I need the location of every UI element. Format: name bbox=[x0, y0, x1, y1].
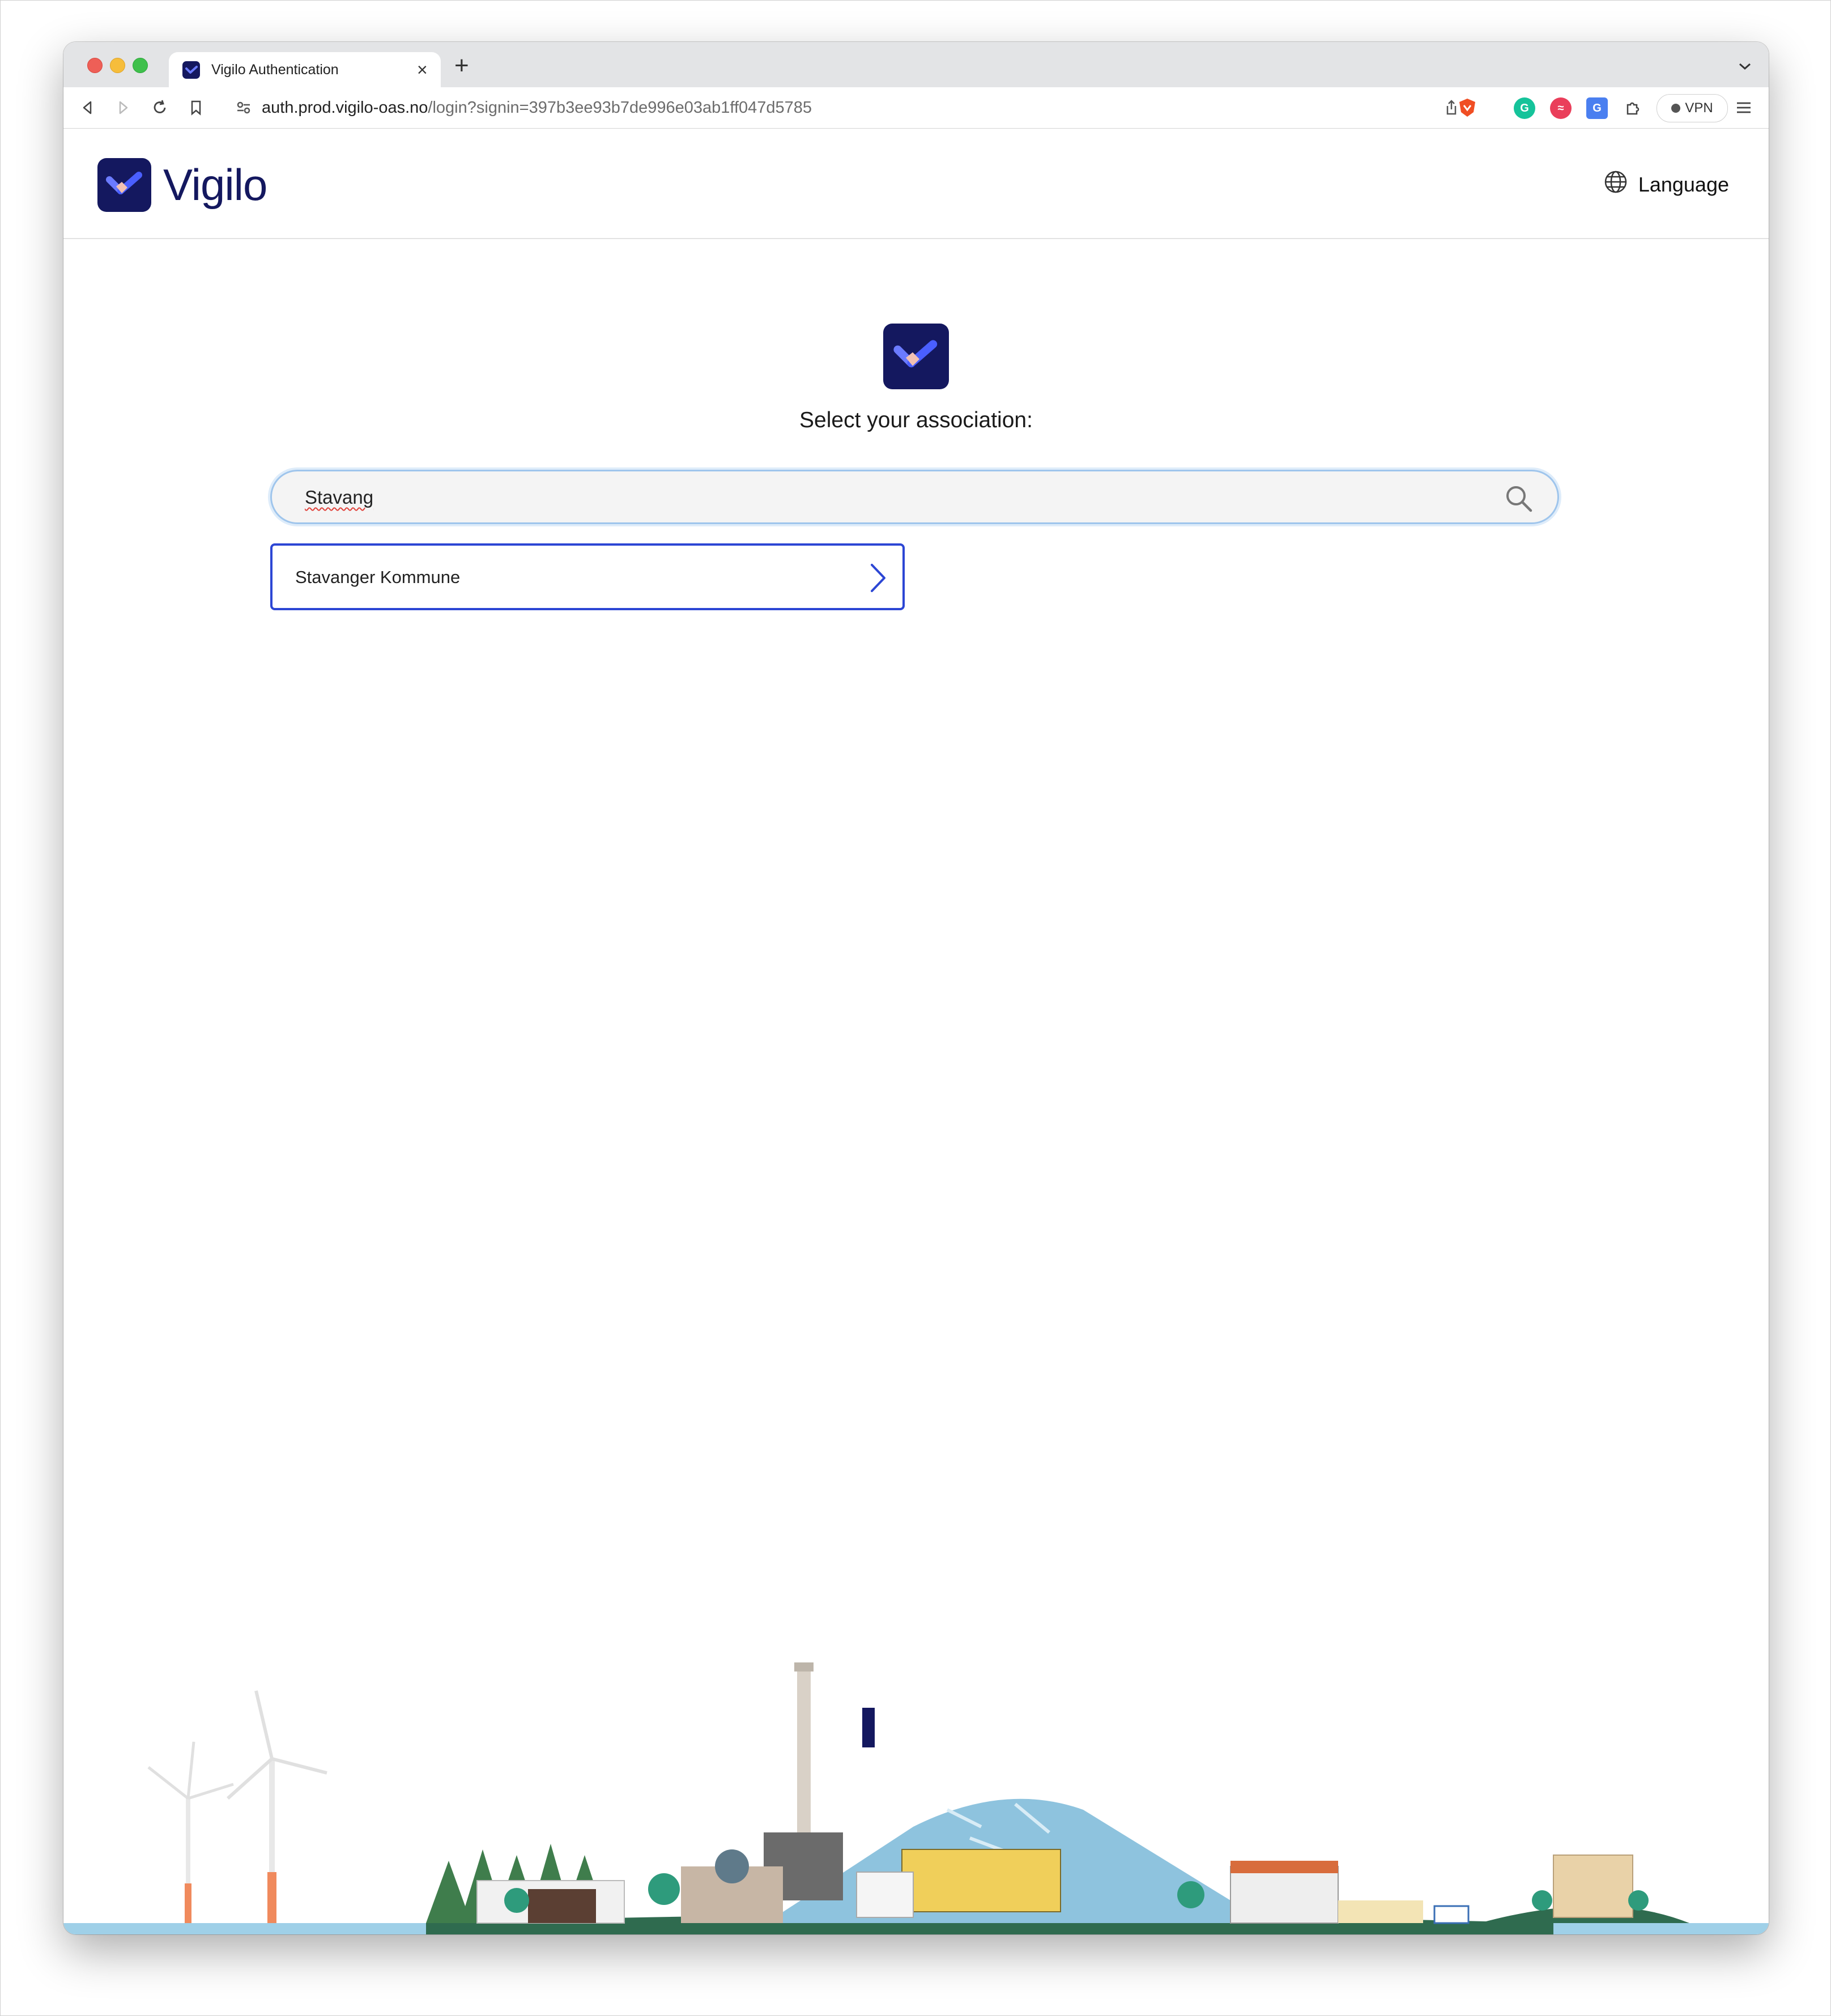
page-content: Vigilo Language Select your association:… bbox=[63, 129, 1769, 1934]
screenshot-frame: Vigilo Authentication × + auth.prod.vigi… bbox=[0, 0, 1831, 2016]
tab-title: Vigilo Authentication bbox=[211, 62, 339, 78]
search-icon[interactable] bbox=[1504, 484, 1534, 516]
vpn-button[interactable]: VPN bbox=[1657, 94, 1728, 122]
search-input-value[interactable]: Stavang bbox=[305, 486, 373, 509]
plus-icon[interactable]: + bbox=[454, 53, 469, 78]
address-bar[interactable]: auth.prod.vigilo-oas.no/login?signin=397… bbox=[223, 92, 1498, 124]
vigilo-favicon-icon bbox=[182, 61, 200, 79]
chevron-down-icon[interactable] bbox=[1738, 57, 1752, 75]
reload-icon[interactable] bbox=[150, 97, 170, 118]
wind-turbine bbox=[226, 1690, 327, 1923]
close-icon[interactable]: × bbox=[417, 60, 428, 79]
tab-strip: Vigilo Authentication × + bbox=[63, 42, 1769, 87]
page-title: Select your association: bbox=[799, 408, 1033, 432]
vpn-label: VPN bbox=[1685, 100, 1713, 116]
association-search-input[interactable]: Stavang bbox=[270, 470, 1559, 524]
language-button[interactable]: Language bbox=[1603, 169, 1729, 199]
url-text: auth.prod.vigilo-oas.no/login?signin=397… bbox=[262, 99, 812, 117]
grammarly-icon[interactable]: G bbox=[1514, 97, 1535, 119]
brave-shield-icon[interactable] bbox=[1457, 97, 1477, 118]
translate-icon[interactable]: G bbox=[1586, 97, 1608, 119]
back-icon[interactable] bbox=[77, 97, 97, 118]
vpn-status-icon bbox=[1671, 104, 1681, 113]
browser-window: Vigilo Authentication × + auth.prod.vigi… bbox=[63, 42, 1769, 1934]
browser-toolbar: auth.prod.vigilo-oas.no/login?signin=397… bbox=[63, 87, 1769, 129]
bookmark-icon[interactable] bbox=[186, 97, 206, 118]
minimize-window-button[interactable] bbox=[110, 58, 125, 73]
association-result-item[interactable]: Stavanger Kommune bbox=[270, 543, 905, 610]
city-skyline-illustration bbox=[63, 1662, 1769, 1934]
globe-icon bbox=[1603, 169, 1628, 199]
url-host: auth.prod.vigilo-oas.no bbox=[262, 99, 428, 117]
result-label: Stavanger Kommune bbox=[295, 567, 461, 587]
forward-icon[interactable] bbox=[113, 97, 134, 118]
zoom-window-button[interactable] bbox=[133, 58, 148, 73]
language-label: Language bbox=[1638, 172, 1729, 196]
wind-turbine bbox=[147, 1741, 234, 1923]
site-header: Vigilo Language bbox=[63, 129, 1769, 239]
tab-vigilo-authentication[interactable]: Vigilo Authentication × bbox=[169, 52, 441, 87]
vigilo-logo-icon bbox=[97, 158, 151, 212]
puzzle-icon[interactable] bbox=[1623, 97, 1643, 118]
brand-name[interactable]: Vigilo bbox=[163, 158, 267, 212]
close-window-button[interactable] bbox=[87, 58, 103, 73]
site-settings-icon[interactable] bbox=[233, 97, 254, 118]
extension-icon[interactable]: ≈ bbox=[1550, 97, 1572, 119]
url-path: /login?signin=397b3ee93b7de996e03ab1ff04… bbox=[428, 99, 812, 117]
menu-icon[interactable] bbox=[1734, 97, 1754, 118]
chevron-right-icon bbox=[868, 563, 888, 596]
vigilo-app-icon bbox=[883, 324, 949, 389]
